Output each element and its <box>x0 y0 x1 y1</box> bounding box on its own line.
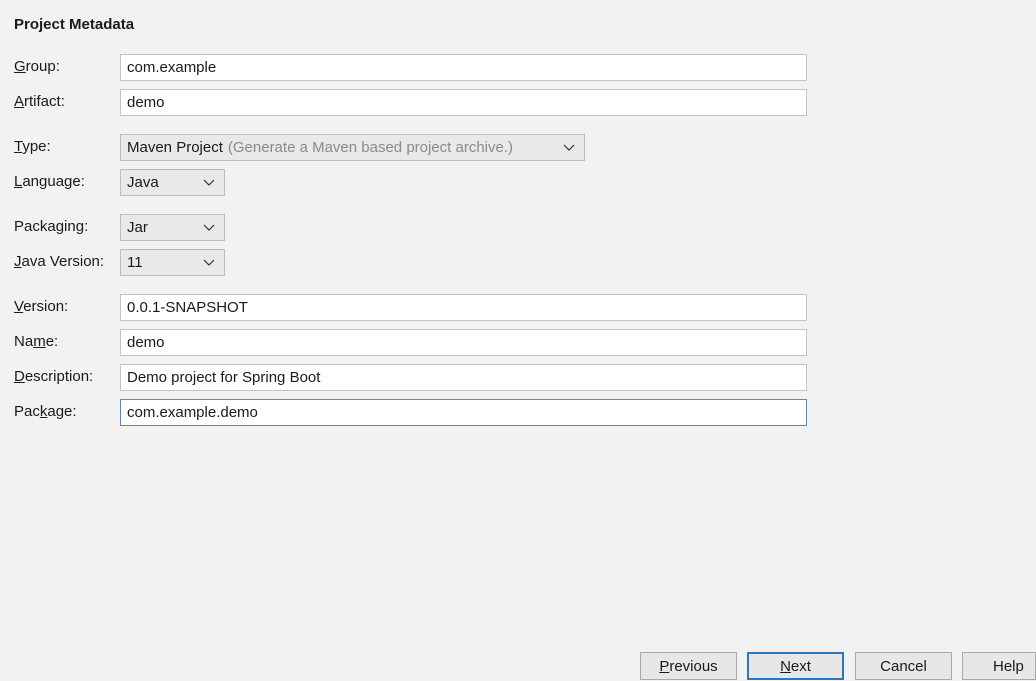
language-dropdown[interactable]: Java <box>120 169 225 196</box>
name-label: Name: <box>14 333 59 350</box>
chevron-down-icon <box>560 135 578 160</box>
chevron-down-icon <box>200 170 218 195</box>
java-version-label: Java Version: <box>14 253 105 270</box>
language-value: Java <box>127 174 159 191</box>
description-field[interactable] <box>120 364 807 391</box>
version-label: Version: <box>14 298 69 315</box>
cancel-button[interactable]: Cancel <box>855 652 952 680</box>
type-hint: (Generate a Maven based project archive.… <box>227 139 514 156</box>
next-button[interactable]: Next <box>747 652 844 680</box>
language-label: Language: <box>14 173 85 190</box>
type-dropdown[interactable]: Maven Project (Generate a Maven based pro… <box>120 134 585 161</box>
group-field[interactable] <box>120 54 807 81</box>
help-button[interactable]: Help <box>962 652 1036 680</box>
packaging-value: Jar <box>127 219 148 236</box>
packaging-label: Packaging: <box>14 218 89 235</box>
type-label: Type: <box>14 138 51 155</box>
package-label: Package: <box>14 403 77 420</box>
package-field[interactable] <box>120 399 807 426</box>
version-field[interactable] <box>120 294 807 321</box>
artifact-label: Artifact: <box>14 93 65 110</box>
previous-button[interactable]: Previous <box>640 652 737 680</box>
description-label: Description: <box>14 368 94 385</box>
group-label: Group: <box>14 58 60 75</box>
chevron-down-icon <box>200 250 218 275</box>
packaging-dropdown[interactable]: Jar <box>120 214 225 241</box>
section-title: Project Metadata <box>14 16 135 33</box>
chevron-down-icon <box>200 215 218 240</box>
java-version-value: 11 <box>127 254 143 271</box>
artifact-field[interactable] <box>120 89 807 116</box>
type-value: Maven Project <box>127 139 223 156</box>
java-version-dropdown[interactable]: 11 <box>120 249 225 276</box>
name-field[interactable] <box>120 329 807 356</box>
